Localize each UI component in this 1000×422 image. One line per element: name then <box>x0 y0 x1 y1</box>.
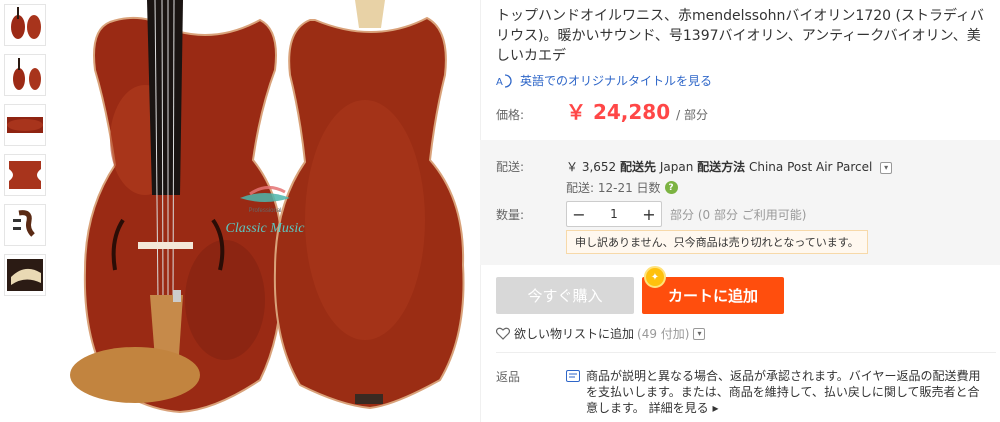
price-label: 価格: <box>496 108 525 122</box>
shipping-method: China Post Air Parcel <box>748 160 873 174</box>
product-title: トップハンドオイルワニス、赤mendelssohnバイオリン1720 (ストラデ… <box>496 8 984 64</box>
returns-more-link[interactable]: 詳細を見る ▸ <box>649 401 719 415</box>
soldout-notice: 申し訳ありません、只今商品は売り切れとなっています。 <box>566 230 868 254</box>
shipping-days-text: 配送: 12-21 日数 <box>566 181 661 195</box>
thumbnail-5[interactable] <box>4 204 46 246</box>
shipping-days: 配送: 12-21 日数 ? <box>566 179 892 196</box>
quantity-row: 数量: − 1 + 部分 (0 部分 ご利用可能) <box>496 201 806 227</box>
shipping-dest-label: 配送先 <box>620 160 657 174</box>
thumbnail-6[interactable] <box>4 254 46 296</box>
wishlist-count: (49 付加) <box>637 327 690 341</box>
buy-now-button[interactable]: 今すぐ購入 <box>496 277 634 314</box>
shipping-method-label: 配送方法 <box>697 160 746 174</box>
chevron-down-icon[interactable]: ▾ <box>880 161 893 174</box>
chevron-down-icon[interactable]: ▾ <box>693 327 706 340</box>
quantity-plus-button[interactable]: + <box>637 202 661 226</box>
thumbnail-3[interactable] <box>4 104 46 146</box>
quantity-minus-button[interactable]: − <box>567 202 591 226</box>
quantity-stepper: − 1 + <box>566 201 662 227</box>
help-icon[interactable]: ? <box>664 181 678 194</box>
shipping-label: 配送: <box>496 160 525 174</box>
returns-icon <box>566 370 580 382</box>
returns-text: 商品が説明と異なる場合、返品が承認されます。バイヤー返品の配送費用を支払いします… <box>586 369 981 415</box>
wishlist-label: 欲しい物リストに追加 <box>514 327 635 341</box>
price-value: ￥ 24,280 <box>566 100 671 124</box>
heart-icon <box>496 327 510 340</box>
coin-icon: ✦ <box>644 266 666 288</box>
shipping-cost: ￥ 3,652 <box>566 160 617 174</box>
product-info-panel: トップハンドオイルワニス、赤mendelssohnバイオリン1720 (ストラデ… <box>496 0 996 415</box>
shipping-summary[interactable]: ￥ 3,652 配送先 Japan 配送方法 China Post Air Pa… <box>566 158 893 175</box>
original-title-text: 英語でのオリジナルタイトルを見る <box>520 74 713 88</box>
quantity-availability: 部分 (0 部分 ご利用可能) <box>670 207 807 222</box>
returns-policy: 商品が説明と異なる場合、返品が承認されます。バイヤー返品の配送費用を支払いします… <box>566 368 981 416</box>
section-divider <box>496 352 996 353</box>
returns-label: 返品 <box>496 370 521 384</box>
price-row: 価格: ￥ 24,280 / 部分 <box>496 96 708 125</box>
original-title-link[interactable]: A 英語でのオリジナルタイトルを見る <box>496 72 996 89</box>
thumbnail-1[interactable] <box>4 4 46 46</box>
quantity-input[interactable]: 1 <box>591 207 637 221</box>
thumbnail-4[interactable] <box>4 154 46 196</box>
price-unit: / 部分 <box>676 108 708 122</box>
watermark-text: Classic Music <box>226 221 306 236</box>
shipping-row: 配送: ￥ 3,652 配送先 Japan 配送方法 China Post Ai… <box>496 158 893 196</box>
thumbnail-2[interactable] <box>4 54 46 96</box>
wishlist-row[interactable]: 欲しい物リストに追加 (49 付加) ▾ <box>496 325 706 342</box>
watermark-small: Professional <box>248 208 281 214</box>
translate-icon: A <box>496 73 514 89</box>
product-image[interactable]: Professional Classic Music <box>55 0 480 422</box>
shipping-dest: Japan <box>659 160 694 174</box>
quantity-label: 数量: <box>496 207 525 222</box>
svg-text:A: A <box>496 77 503 88</box>
thumbnail-list <box>4 4 50 304</box>
returns-row: 返品 商品が説明と異なる場合、返品が承認されます。バイヤー返品の配送費用を支払い… <box>496 368 981 416</box>
